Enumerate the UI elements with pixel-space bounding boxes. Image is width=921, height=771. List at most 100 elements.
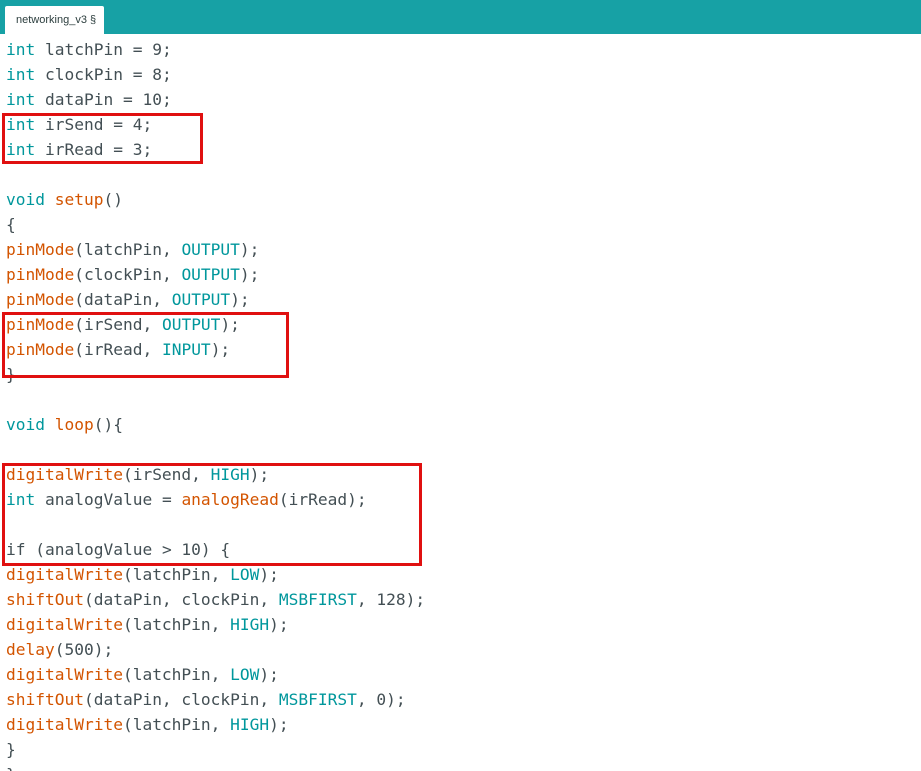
- code-token: }: [6, 765, 16, 771]
- code-token: , 128);: [356, 590, 426, 609]
- code-token: (latchPin,: [122, 715, 231, 734]
- code-token: (dataPin, clockPin,: [83, 690, 279, 709]
- code-token: shiftOut: [6, 590, 84, 609]
- code-token: digitalWrite: [6, 715, 123, 734]
- code-token: (latchPin,: [122, 615, 231, 634]
- code-line: int irSend = 4;: [6, 112, 152, 137]
- code-token: {: [6, 215, 16, 234]
- code-line: pinMode(dataPin, OUTPUT);: [6, 287, 250, 312]
- code-token: (latchPin,: [122, 665, 231, 684]
- code-token: pinMode: [6, 290, 75, 309]
- code-token: pinMode: [6, 315, 75, 334]
- code-token: analogRead: [181, 490, 279, 509]
- code-line: digitalWrite(latchPin, LOW);: [6, 562, 279, 587]
- code-token: (): [103, 190, 123, 209]
- code-line: }: [6, 362, 16, 387]
- code-token: INPUT: [161, 340, 211, 359]
- code-token: digitalWrite: [6, 615, 123, 634]
- code-line: digitalWrite(latchPin, LOW);: [6, 662, 279, 687]
- code-line: digitalWrite(irSend, HIGH);: [6, 462, 269, 487]
- code-line: }: [6, 737, 16, 762]
- code-token: );: [269, 615, 289, 634]
- code-token: (irSend,: [122, 465, 211, 484]
- code-line: shiftOut(dataPin, clockPin, MSBFIRST, 12…: [6, 587, 425, 612]
- code-token: (irRead,: [74, 340, 162, 359]
- code-token: void: [6, 190, 45, 209]
- code-token: clockPin = 8;: [35, 65, 172, 84]
- code-line: int clockPin = 8;: [6, 62, 172, 87]
- code-line: void setup(): [6, 187, 123, 212]
- code-token: analogValue =: [35, 490, 182, 509]
- code-token: OUTPUT: [181, 265, 240, 284]
- code-token: OUTPUT: [161, 315, 221, 334]
- code-line: int latchPin = 9;: [6, 37, 172, 62]
- code-token: irSend = 4;: [35, 115, 153, 134]
- code-line: int irRead = 3;: [6, 137, 152, 162]
- code-token: );: [220, 315, 240, 334]
- code-token: digitalWrite: [6, 465, 123, 484]
- code-token: OUTPUT: [181, 240, 240, 259]
- code-token: );: [230, 290, 250, 309]
- tab-networking-v3[interactable]: networking_v3 §: [5, 6, 105, 34]
- code-token: (irSend,: [74, 315, 162, 334]
- code-token: }: [6, 740, 16, 759]
- code-token: );: [259, 665, 279, 684]
- code-line: int dataPin = 10;: [6, 87, 172, 112]
- code-token: }: [6, 365, 16, 384]
- code-token: latchPin = 9;: [35, 40, 172, 59]
- code-token: dataPin = 10;: [35, 90, 172, 109]
- code-token: );: [259, 565, 279, 584]
- code-token: , 0);: [356, 690, 406, 709]
- code-token: int: [6, 115, 36, 134]
- code-editor[interactable]: }}digitalWrite(latchPin, HIGH);shiftOut(…: [0, 37, 921, 771]
- code-token: digitalWrite: [6, 665, 123, 684]
- code-token: LOW: [230, 665, 260, 684]
- code-token: (dataPin, clockPin,: [83, 590, 279, 609]
- code-line: {: [6, 212, 16, 237]
- code-token: int: [6, 490, 36, 509]
- code-token: int: [6, 40, 36, 59]
- code-line: if (analogValue > 10) {: [6, 537, 230, 562]
- code-token: (dataPin,: [74, 290, 172, 309]
- code-line: digitalWrite(latchPin, HIGH);: [6, 712, 289, 737]
- code-token: delay: [6, 640, 55, 659]
- code-token: );: [210, 340, 231, 359]
- code-token: HIGH: [210, 465, 250, 484]
- code-token: (latchPin,: [74, 240, 182, 259]
- code-token: (clockPin,: [74, 265, 182, 284]
- code-line: void loop(){: [6, 412, 123, 437]
- tab-bar: networking_v3 §: [0, 0, 921, 34]
- ide-window: networking_v3 § }}digitalWrite(latchPin,…: [0, 0, 921, 771]
- code-token: );: [249, 465, 270, 484]
- code-line: delay(500);: [6, 637, 113, 662]
- code-token: shiftOut: [6, 690, 84, 709]
- code-line: shiftOut(dataPin, clockPin, MSBFIRST, 0)…: [6, 687, 406, 712]
- code-token: );: [239, 265, 260, 284]
- code-token: (latchPin,: [122, 565, 231, 584]
- code-token: pinMode: [6, 265, 75, 284]
- code-token: (500);: [54, 640, 114, 659]
- code-token: MSBFIRST: [278, 590, 357, 609]
- code-token: pinMode: [6, 340, 75, 359]
- code-token: HIGH: [230, 615, 270, 634]
- code-token: (irRead);: [278, 490, 367, 509]
- code-token: int: [6, 65, 36, 84]
- modified-indicator: §: [89, 14, 97, 26]
- code-line: pinMode(irSend, OUTPUT);: [6, 312, 240, 337]
- code-token: (){: [93, 415, 123, 434]
- code-token: LOW: [230, 565, 260, 584]
- code-line: pinMode(latchPin, OUTPUT);: [6, 237, 259, 262]
- code-token: (analogValue > 10) {: [25, 540, 231, 559]
- code-token: setup: [54, 190, 104, 209]
- code-line: }: [6, 762, 16, 771]
- code-line: int analogValue = analogRead(irRead);: [6, 487, 367, 512]
- tab-label: networking_v3: [16, 14, 87, 26]
- code-token: MSBFIRST: [278, 690, 357, 709]
- code-line: digitalWrite(latchPin, HIGH);: [6, 612, 289, 637]
- code-token: if: [6, 540, 26, 559]
- code-token: OUTPUT: [171, 290, 231, 309]
- code-token: int: [6, 140, 36, 159]
- code-token: );: [269, 715, 289, 734]
